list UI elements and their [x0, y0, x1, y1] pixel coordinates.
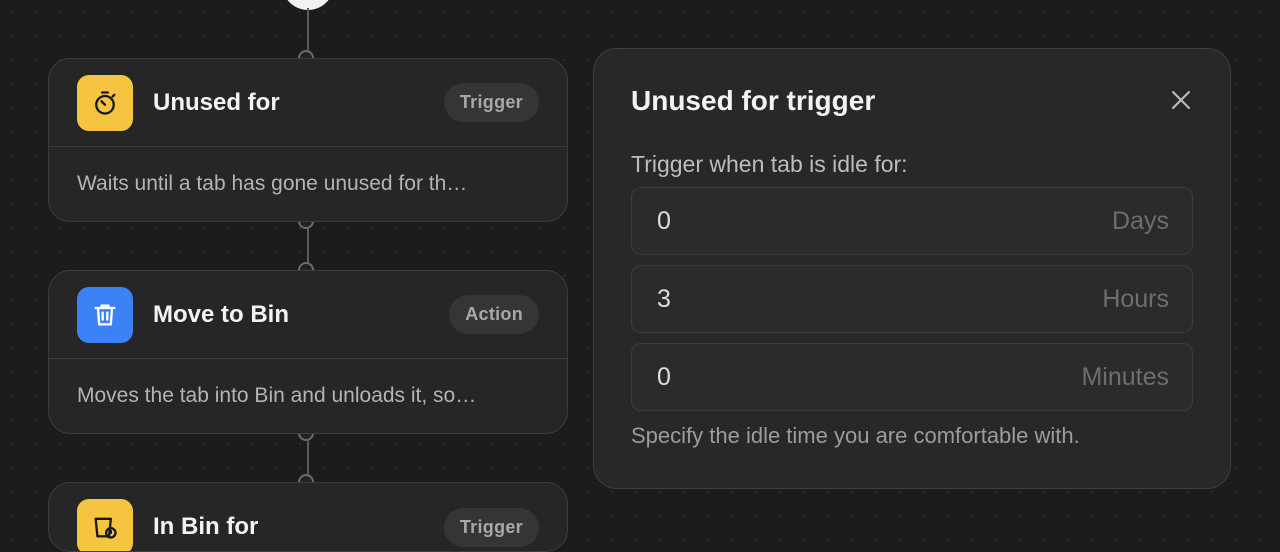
panel-title: Unused for trigger — [631, 85, 876, 116]
node-description: Moves the tab into Bin and unloads it, s… — [77, 384, 477, 407]
node-description: Waits until a tab has gone unused for th… — [77, 172, 468, 195]
stopwatch-icon — [77, 74, 133, 131]
node-move-to-bin[interactable]: Move to Bin Action Moves the tab into Bi… — [48, 270, 568, 434]
workflow-canvas[interactable]: Unused for Trigger Waits until a tab has… — [0, 0, 1280, 552]
node-title: Unused for — [153, 88, 280, 116]
node-type-badge: Trigger — [443, 83, 539, 122]
close-icon — [1172, 91, 1190, 109]
days-value: 0 — [657, 206, 671, 235]
node-unused-for[interactable]: Unused for Trigger Waits until a tab has… — [48, 58, 568, 222]
help-text: Specify the idle time you are comfortabl… — [631, 423, 1080, 448]
node-type-badge: Action — [449, 295, 539, 334]
hours-unit-label: Hours — [1102, 284, 1169, 313]
node-type-badge: Trigger — [443, 507, 539, 547]
days-unit-label: Days — [1112, 206, 1169, 235]
idle-duration-label: Trigger when tab is idle for: — [631, 151, 908, 177]
minutes-input[interactable]: 0 Minutes — [631, 343, 1193, 411]
node-title: In Bin for — [153, 513, 259, 540]
node-header: In Bin for Trigger — [49, 483, 567, 551]
days-input[interactable]: 0 Days — [631, 187, 1193, 255]
minutes-value: 0 — [657, 362, 671, 391]
trigger-settings-panel: Unused for trigger Trigger when tab is i… — [593, 48, 1231, 489]
node-header: Move to Bin Action — [49, 271, 567, 359]
bin-timer-icon — [77, 499, 133, 551]
node-in-bin-for[interactable]: In Bin for Trigger — [48, 482, 568, 552]
close-button[interactable] — [1168, 87, 1194, 113]
node-title: Move to Bin — [153, 300, 289, 328]
node-header: Unused for Trigger — [49, 59, 567, 147]
hours-input[interactable]: 3 Hours — [631, 265, 1193, 333]
minutes-unit-label: Minutes — [1081, 362, 1169, 391]
trash-icon — [77, 286, 133, 343]
hours-value: 3 — [657, 284, 671, 313]
